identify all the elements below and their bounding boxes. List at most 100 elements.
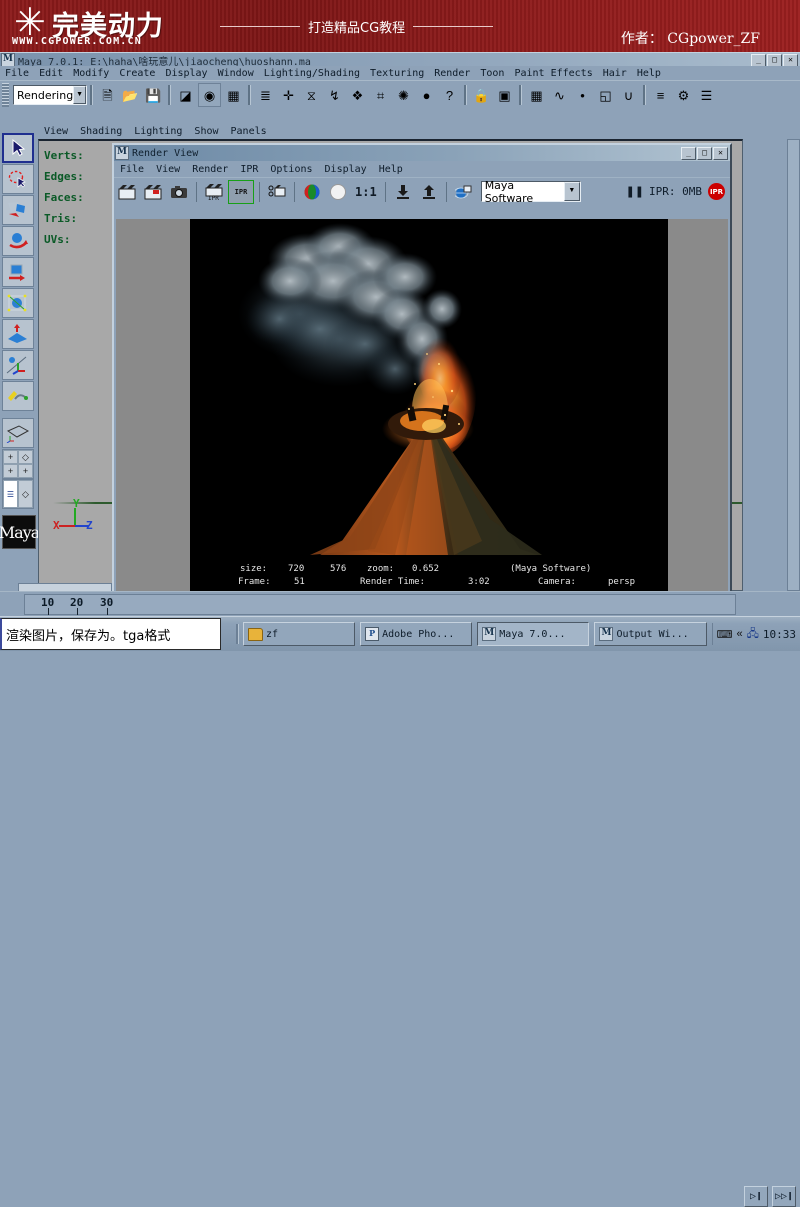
time-slider[interactable]: 10 20 30 <box>24 594 736 615</box>
menu-paint-effects[interactable]: Paint Effects <box>509 68 597 79</box>
render-view-close-button[interactable]: ✕ <box>713 147 728 160</box>
four-view-layout[interactable]: + ◇ + + <box>2 449 34 479</box>
taskbar-item-output-window[interactable]: M Output Wi... <box>594 622 706 646</box>
sphere-icon[interactable]: ● <box>416 84 437 106</box>
render-region-icon[interactable] <box>141 181 165 203</box>
zoom-ratio-label[interactable]: 1:1 <box>355 185 377 199</box>
pause-icon[interactable]: ❚❚ <box>626 185 644 198</box>
single-perspective-layout[interactable] <box>2 418 34 448</box>
lock-icon[interactable]: 🔒 <box>471 84 492 106</box>
render-view-menu-help[interactable]: Help <box>373 164 409 175</box>
menu-modify[interactable]: Modify <box>68 68 114 79</box>
menu-render[interactable]: Render <box>429 68 475 79</box>
viewport-menu-shading[interactable]: Shading <box>74 126 128 137</box>
render-view-window[interactable]: M Render View _ □ ✕ File View Render IPR… <box>112 143 732 598</box>
render-view-canvas[interactable]: size: 720 576 zoom: 0.652 (Maya Software… <box>116 219 728 595</box>
particle-icon[interactable]: ✺ <box>393 84 414 106</box>
load-image-icon[interactable] <box>391 181 415 203</box>
snap-point-icon[interactable]: • <box>572 84 593 106</box>
menu-set-dropdown[interactable]: Rendering ▼ <box>13 85 87 105</box>
menu-help[interactable]: Help <box>632 68 666 79</box>
snap-plane-icon[interactable]: ◱ <box>595 84 616 106</box>
outliner-persp-layout[interactable]: ☰ ◇ <box>2 479 34 509</box>
render-globals-icon[interactable]: ≡ <box>650 84 671 106</box>
paint-select-tool[interactable] <box>2 195 34 225</box>
clock[interactable]: 10:33 <box>763 628 796 641</box>
maya-output-icon: M <box>599 627 613 641</box>
lattice-icon[interactable]: ⌗ <box>370 84 391 106</box>
snap-grid-icon[interactable]: ▦ <box>526 84 547 106</box>
select-tool[interactable] <box>2 133 34 163</box>
renderer-chevron-down-icon[interactable]: ▼ <box>564 182 580 201</box>
rendered-image[interactable]: size: 720 576 zoom: 0.652 (Maya Software… <box>190 219 668 593</box>
curve-icon[interactable]: ↯ <box>324 84 345 106</box>
network-icon[interactable]: 🖧 <box>747 625 759 644</box>
move-tool[interactable] <box>2 226 34 256</box>
render-settings-icon[interactable] <box>265 181 289 203</box>
snap-to-curve-icon[interactable]: ≣ <box>255 84 276 106</box>
menu-file[interactable]: File <box>0 68 34 79</box>
viewport-menu-view[interactable]: View <box>38 126 74 137</box>
add-icon[interactable]: ✛ <box>278 84 299 106</box>
menu-texturing[interactable]: Texturing <box>365 68 429 79</box>
viewport-menu-lighting[interactable]: Lighting <box>128 126 188 137</box>
universal-manipulator-tool[interactable] <box>2 319 34 349</box>
render-view-restore-button[interactable]: □ <box>697 147 712 160</box>
play-forward-button[interactable]: ▷❙ <box>744 1186 768 1207</box>
lasso-tool[interactable] <box>2 164 34 194</box>
ik-handle-icon[interactable]: ⧖ <box>301 84 322 106</box>
go-to-end-button[interactable]: ▷▷❙ <box>772 1186 796 1207</box>
redo-previous-render-icon[interactable] <box>115 181 139 203</box>
render-view-minimize-button[interactable]: _ <box>681 147 696 160</box>
menu-toon[interactable]: Toon <box>475 68 509 79</box>
keyboard-icon[interactable]: ⌨ <box>717 628 733 641</box>
taskbar-item-zf[interactable]: zf <box>243 622 355 646</box>
snapshot-icon[interactable] <box>167 181 191 203</box>
rotate-tool[interactable] <box>2 257 34 287</box>
select-by-hierarchy-icon[interactable]: ◪ <box>175 84 196 106</box>
help-icon[interactable]: ? <box>439 84 460 106</box>
taskbar-item-maya[interactable]: M Maya 7.0... <box>477 622 589 646</box>
render-view-menu-display[interactable]: Display <box>319 164 373 175</box>
save-scene-icon[interactable]: 💾 <box>143 84 164 106</box>
last-tool[interactable] <box>2 381 34 411</box>
scale-tool[interactable] <box>2 288 34 318</box>
display-alpha-channel-icon[interactable] <box>326 181 350 203</box>
renderer-dropdown[interactable]: Maya Software ▼ <box>481 181 581 202</box>
toolbar-grip[interactable] <box>2 83 9 107</box>
menu-window[interactable]: Window <box>213 68 259 79</box>
hypershade-icon[interactable]: ⚙ <box>673 84 694 106</box>
select-by-object-icon[interactable]: ◉ <box>198 83 221 107</box>
outliner-icon[interactable]: ☰ <box>696 84 717 106</box>
chevron-left-icon[interactable]: « <box>736 628 742 640</box>
ipr-badge-icon[interactable]: IPR <box>708 183 725 200</box>
menu-edit[interactable]: Edit <box>34 68 68 79</box>
viewport-scrollbar[interactable] <box>787 139 800 591</box>
render-view-menu-file[interactable]: File <box>114 164 150 175</box>
render-view-menu-ipr[interactable]: IPR <box>234 164 264 175</box>
ipr-refresh-region-icon[interactable]: IPR <box>228 180 254 204</box>
redo-previous-ipr-render-icon[interactable]: IPR <box>202 181 226 203</box>
snap-curve-icon[interactable]: ∿ <box>549 84 570 106</box>
taskbar-item-photoshop[interactable]: P Adobe Pho... <box>360 622 472 646</box>
render-view-menu-render[interactable]: Render <box>186 164 234 175</box>
open-scene-icon[interactable]: 📂 <box>120 84 141 106</box>
show-manipulator-tool[interactable] <box>2 350 34 380</box>
viewport-menu-panels[interactable]: Panels <box>225 126 273 137</box>
chevron-down-icon[interactable]: ▼ <box>73 86 86 104</box>
menu-display[interactable]: Display <box>160 68 212 79</box>
surface-icon[interactable]: ❖ <box>347 84 368 106</box>
render-view-menu-options[interactable]: Options <box>264 164 318 175</box>
menu-lighting-shading[interactable]: Lighting/Shading <box>259 68 365 79</box>
keep-image-icon[interactable] <box>417 181 441 203</box>
select-marquee-icon[interactable]: ▣ <box>494 84 515 106</box>
menu-create[interactable]: Create <box>114 68 160 79</box>
viewport-menu-show[interactable]: Show <box>188 126 224 137</box>
remove-image-icon[interactable] <box>452 181 476 203</box>
display-rgb-channels-icon[interactable] <box>300 181 324 203</box>
menu-hair[interactable]: Hair <box>598 68 632 79</box>
render-view-menu-view[interactable]: View <box>150 164 186 175</box>
select-by-component-icon[interactable]: ▦ <box>223 84 244 106</box>
snap-magnet-icon[interactable]: ∪ <box>618 84 639 106</box>
new-scene-icon[interactable]: 🗎 <box>97 84 118 106</box>
